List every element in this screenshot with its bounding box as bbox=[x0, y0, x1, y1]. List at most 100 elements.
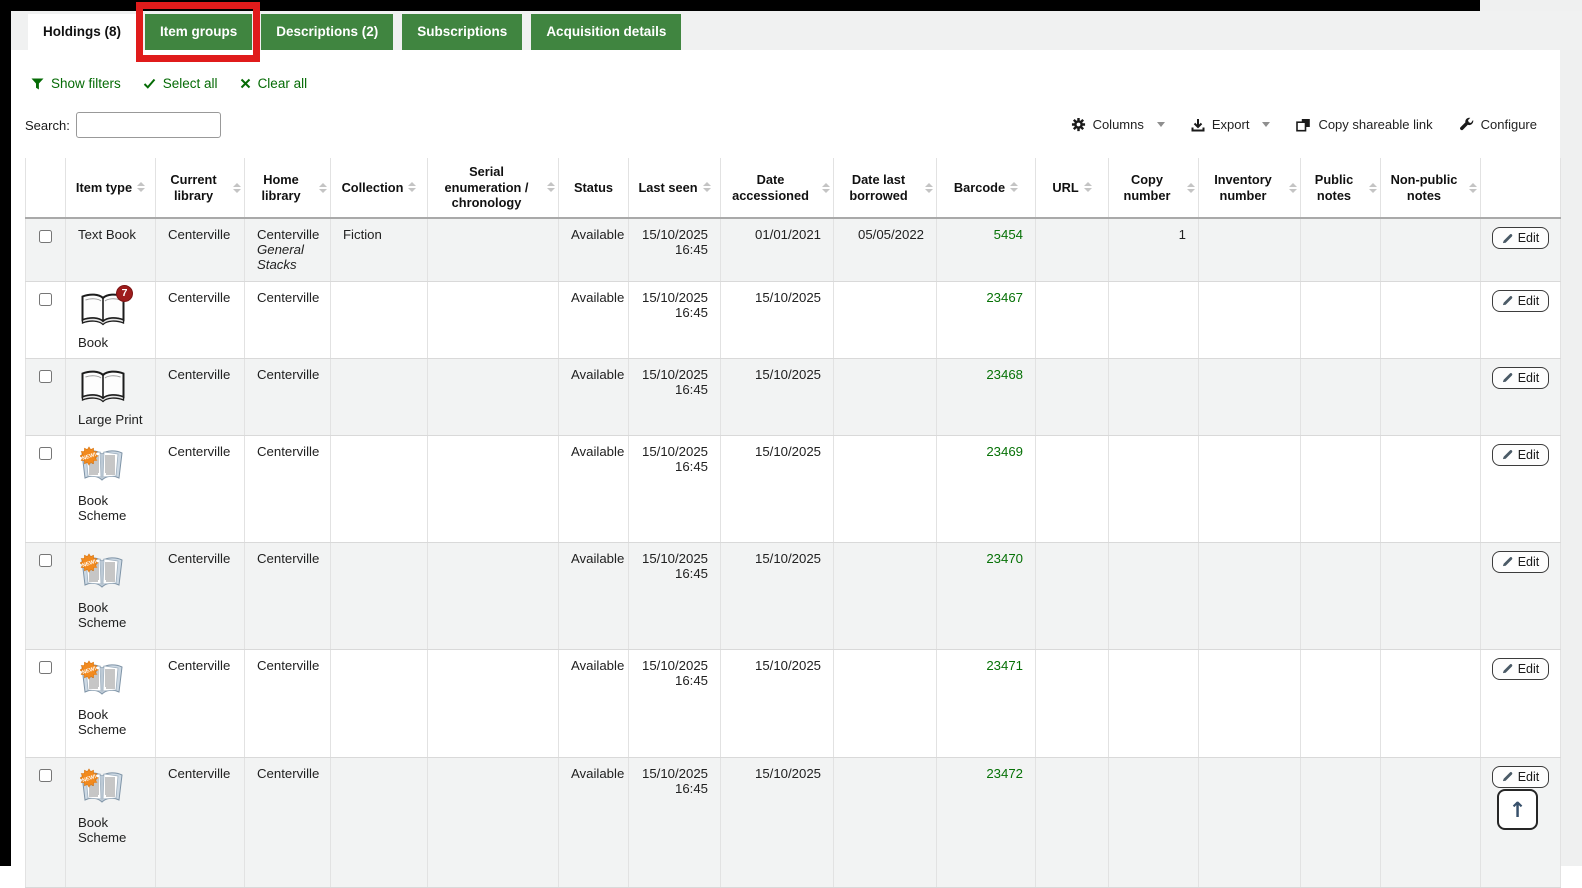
edit-button[interactable]: Edit bbox=[1491, 443, 1550, 466]
barcode-link[interactable]: 23467 bbox=[986, 290, 1023, 305]
header-home-library[interactable]: Home library bbox=[244, 158, 331, 219]
barcode-link[interactable]: 23472 bbox=[986, 766, 1023, 781]
header-copy-number[interactable]: Copy number bbox=[1108, 158, 1199, 219]
back-to-top-button[interactable]: ↑ bbox=[1497, 789, 1538, 830]
pencil-icon bbox=[1502, 450, 1513, 460]
tab-subscriptions[interactable]: Subscriptions bbox=[402, 14, 523, 50]
x-icon bbox=[240, 78, 250, 89]
edit-button[interactable]: Edit bbox=[1491, 550, 1550, 573]
barcode-cell: 23467 bbox=[936, 281, 1036, 359]
barcode-link[interactable]: 23470 bbox=[986, 551, 1023, 566]
inventory-number-cell bbox=[1198, 435, 1301, 543]
current-library-cell: Centerville bbox=[155, 358, 245, 436]
last-seen-cell: 15/10/2025 16:45 bbox=[628, 218, 721, 282]
gear-icon bbox=[1071, 117, 1085, 132]
edit-button[interactable]: Edit bbox=[1491, 657, 1550, 680]
download-icon bbox=[1191, 118, 1205, 131]
row-checkbox[interactable] bbox=[39, 369, 52, 383]
table-row: NEW! Book Scheme Centerville Centerville… bbox=[25, 649, 1561, 758]
row-checkbox[interactable] bbox=[39, 553, 52, 567]
row-checkbox[interactable] bbox=[39, 230, 52, 243]
pencil-icon bbox=[1502, 557, 1513, 567]
row-checkbox[interactable] bbox=[39, 446, 52, 460]
header-non-public-notes[interactable]: Non-public notes bbox=[1380, 158, 1481, 219]
status-cell: Available bbox=[558, 649, 629, 758]
caret-down-icon[interactable] bbox=[1262, 122, 1271, 127]
non-public-notes-cell bbox=[1380, 542, 1481, 650]
date-last-borrowed-cell bbox=[833, 757, 937, 888]
header-last-seen[interactable]: Last seen bbox=[628, 158, 721, 219]
non-public-notes-cell bbox=[1380, 281, 1481, 359]
show-filters-link[interactable]: Show filters bbox=[31, 76, 121, 91]
tab-descriptions[interactable]: Descriptions (2) bbox=[261, 14, 394, 50]
edit-button[interactable]: Edit bbox=[1491, 289, 1550, 312]
row-checkbox[interactable] bbox=[39, 660, 52, 674]
public-notes-cell bbox=[1300, 649, 1381, 758]
serial-enumeration-cell bbox=[427, 542, 559, 650]
header-inventory-number[interactable]: Inventory number bbox=[1198, 158, 1301, 219]
header-item-type[interactable]: Item type bbox=[65, 158, 156, 219]
sort-icon bbox=[1369, 182, 1377, 193]
edit-cell: Edit bbox=[1480, 281, 1561, 359]
barcode-cell: 23468 bbox=[936, 358, 1036, 436]
barcode-link[interactable]: 23471 bbox=[986, 658, 1023, 673]
barcode-link[interactable]: 23469 bbox=[986, 444, 1023, 459]
collection-cell bbox=[330, 542, 428, 650]
header-url[interactable]: URL bbox=[1035, 158, 1109, 219]
header-current-library[interactable]: Current library bbox=[155, 158, 245, 219]
edit-button[interactable]: Edit bbox=[1491, 366, 1550, 389]
collection-cell bbox=[330, 281, 428, 359]
non-public-notes-cell bbox=[1380, 757, 1481, 888]
filter-actions: Show filters Select all Clear all bbox=[31, 76, 307, 91]
copy-number-cell bbox=[1108, 435, 1199, 543]
inventory-number-cell bbox=[1198, 358, 1301, 436]
tab-item-groups[interactable]: Item groups bbox=[145, 14, 253, 50]
sort-icon bbox=[1289, 182, 1297, 193]
copy-shareable-link-button[interactable]: Copy shareable link bbox=[1296, 117, 1433, 132]
header-checkbox bbox=[25, 158, 66, 219]
header-collection[interactable]: Collection bbox=[330, 158, 428, 219]
book-new-icon: NEW! bbox=[79, 445, 124, 489]
item-type-label: Book Scheme bbox=[78, 492, 127, 523]
caret-down-icon[interactable] bbox=[1156, 122, 1165, 127]
book-new-icon: NEW! bbox=[79, 552, 124, 596]
date-accessioned-cell: 15/10/2025 bbox=[720, 435, 834, 543]
header-serial-enumeration[interactable]: Serial enumeration / chronology bbox=[427, 158, 559, 219]
header-public-notes[interactable]: Public notes bbox=[1300, 158, 1381, 219]
edit-button[interactable]: Edit bbox=[1491, 227, 1550, 249]
edit-button[interactable]: Edit bbox=[1491, 765, 1550, 788]
row-checkbox[interactable] bbox=[39, 768, 52, 782]
configure-button[interactable]: Configure bbox=[1459, 117, 1537, 132]
item-type-label: Book bbox=[78, 334, 109, 350]
last-seen-cell: 15/10/2025 16:45 bbox=[628, 281, 721, 359]
header-date-accessioned[interactable]: Date accessioned bbox=[720, 158, 834, 219]
table-row: NEW! Book Scheme Centerville Centerville… bbox=[25, 435, 1561, 543]
clear-all-link[interactable]: Clear all bbox=[240, 76, 307, 91]
row-checkbox[interactable] bbox=[39, 292, 52, 306]
status-cell: Available bbox=[558, 542, 629, 650]
book-icon bbox=[80, 369, 126, 408]
item-type-label: Book Scheme bbox=[78, 814, 127, 845]
sort-icon bbox=[1083, 182, 1092, 193]
last-seen-cell: 15/10/2025 16:45 bbox=[628, 435, 721, 543]
header-date-last-borrowed[interactable]: Date last borrowed bbox=[833, 158, 937, 219]
barcode-link[interactable]: 5454 bbox=[994, 227, 1023, 242]
item-type-label: Large Print bbox=[78, 411, 143, 427]
pencil-icon bbox=[1502, 233, 1513, 243]
tab-acquisition-details[interactable]: Acquisition details bbox=[531, 14, 682, 50]
tab-holdings[interactable]: Holdings (8) bbox=[28, 14, 136, 50]
url-cell bbox=[1035, 757, 1109, 888]
header-status[interactable]: Status bbox=[558, 158, 629, 219]
header-barcode[interactable]: Barcode bbox=[936, 158, 1036, 219]
edit-cell: Edit bbox=[1480, 649, 1561, 758]
barcode-link[interactable]: 23468 bbox=[986, 367, 1023, 382]
columns-button[interactable]: Columns bbox=[1071, 117, 1165, 132]
search-input[interactable] bbox=[75, 112, 221, 138]
left-black-bar bbox=[0, 0, 11, 866]
select-all-link[interactable]: Select all bbox=[143, 76, 218, 91]
edit-cell: Edit bbox=[1480, 358, 1561, 436]
sort-icon bbox=[1469, 182, 1477, 193]
export-button[interactable]: Export bbox=[1191, 117, 1271, 132]
inventory-number-cell bbox=[1198, 218, 1301, 282]
barcode-cell: 23470 bbox=[936, 542, 1036, 650]
